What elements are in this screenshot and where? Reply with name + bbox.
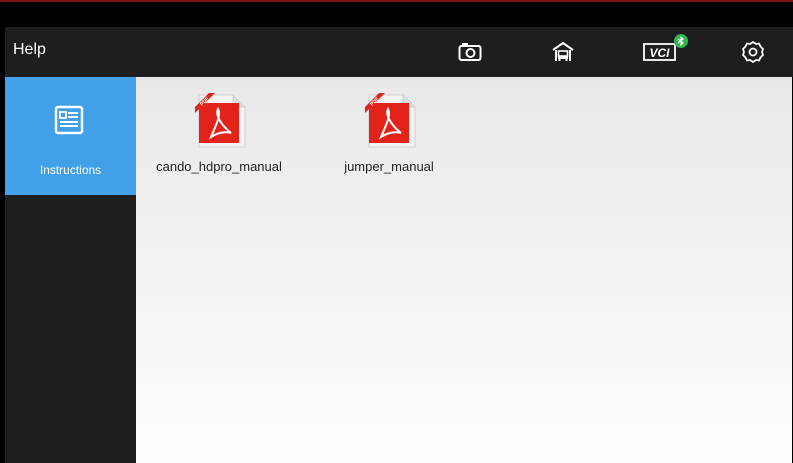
file-grid: PDF cando_hdpro_manual PDF jumper_manual [136, 77, 792, 463]
pdf-file-icon: PDF [365, 93, 416, 148]
status-bar [0, 2, 793, 26]
sidebar-item-label: Instructions [39, 163, 102, 177]
top-bar: Help VCI [5, 27, 793, 77]
vci-icon[interactable]: VCI [642, 38, 678, 66]
instructions-doc-icon [54, 105, 84, 135]
file-name: cando_hdpro_manual [156, 159, 282, 174]
sidebar-item-instructions[interactable]: Instructions [5, 77, 136, 195]
page-title: Help [13, 41, 46, 58]
pdf-file-icon: PDF [195, 93, 246, 148]
app-window: Help VCI Instructions PDF cando_hdpro_ma… [0, 0, 793, 463]
garage-home-icon[interactable] [549, 38, 577, 66]
sidebar: Instructions [5, 77, 136, 463]
svg-text:VCI: VCI [649, 46, 670, 60]
camera-icon[interactable] [456, 38, 484, 66]
file-item[interactable]: PDF cando_hdpro_manual [144, 89, 294, 179]
file-item[interactable]: PDF jumper_manual [314, 89, 464, 179]
bluetooth-icon [674, 34, 688, 48]
file-name: jumper_manual [344, 159, 434, 174]
settings-gear-icon[interactable] [739, 38, 767, 66]
